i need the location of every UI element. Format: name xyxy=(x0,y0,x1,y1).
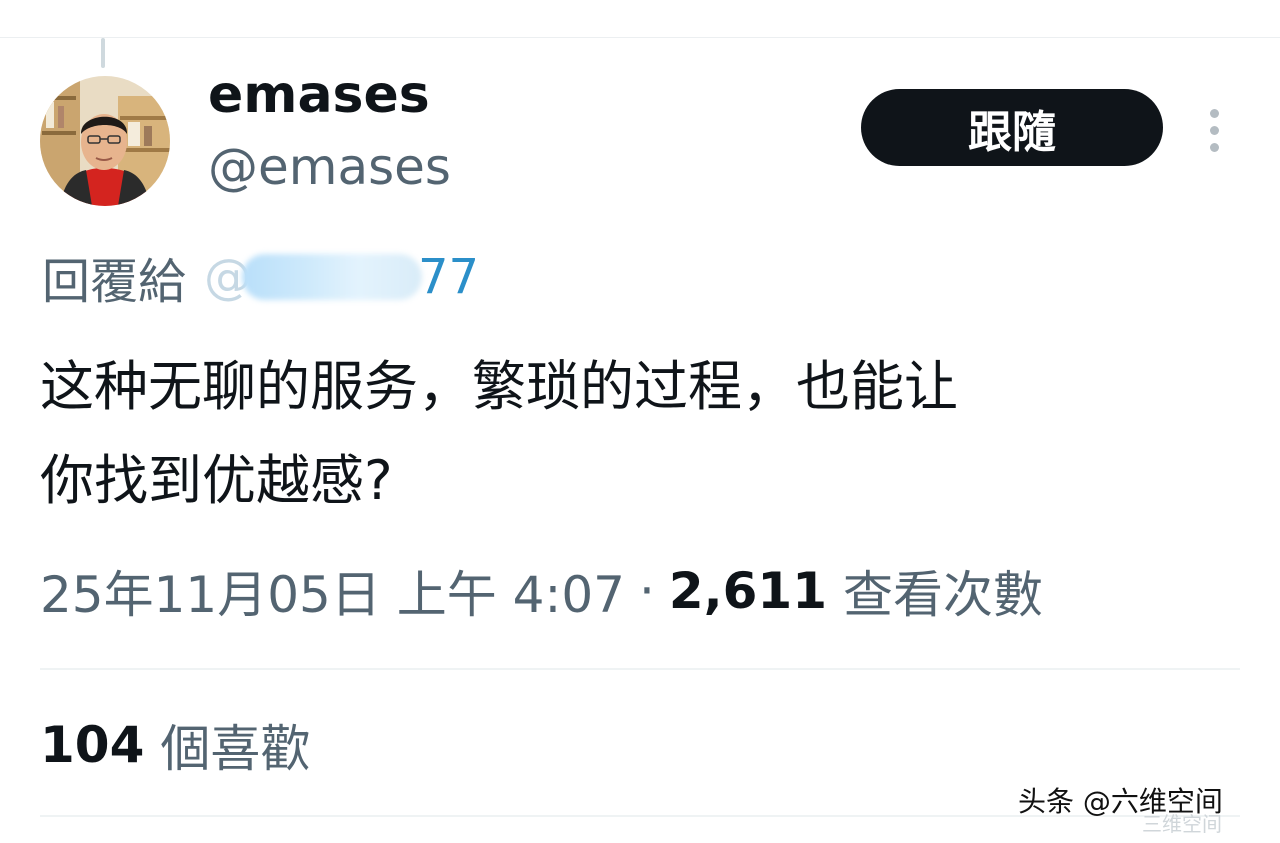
reply-to-line: 回覆給 @ 77 xyxy=(42,244,479,310)
more-options-button[interactable] xyxy=(1196,100,1232,160)
watermark-ghost: 三维空间 xyxy=(1142,812,1222,836)
avatar[interactable] xyxy=(40,76,170,206)
likes-label: 個喜歡 xyxy=(160,720,311,778)
tweet-text-line-1: 这种无聊的服务，繁琐的过程，也能让 xyxy=(40,355,958,418)
follow-button[interactable]: 跟隨 xyxy=(861,89,1163,166)
tweet-text-line-2: 你找到优越感? xyxy=(40,449,393,512)
likes-count: 104 xyxy=(40,716,145,774)
author-display-name[interactable]: emases xyxy=(208,64,430,126)
likes-stat[interactable]: 104 個喜歡 xyxy=(40,710,310,780)
tweet-meta: 25年11月05日 上午 4:07 · 2,611 查看次數 xyxy=(40,556,1043,626)
more-vertical-icon xyxy=(1209,108,1219,152)
tweet-timestamp[interactable]: 25年11月05日 上午 4:07 xyxy=(40,555,625,627)
views-label: 查看次數 xyxy=(843,566,1043,624)
divider-below-meta xyxy=(40,668,1240,670)
meta-separator: · xyxy=(638,562,655,620)
author-handle[interactable]: @emases xyxy=(208,136,451,198)
reply-to-mention[interactable]: @ 77 xyxy=(204,249,479,305)
tweet-text: 这种无聊的服务，繁琐的过程，也能让 你找到优越感? xyxy=(40,340,1240,528)
avatar-photo xyxy=(40,76,170,206)
mention-visible-suffix: 77 xyxy=(418,249,480,305)
top-divider xyxy=(0,37,1280,38)
reply-to-label: 回覆給 xyxy=(42,254,187,310)
mention-redacted-blur xyxy=(242,254,423,300)
views-count: 2,611 xyxy=(668,562,827,620)
thread-connector-line xyxy=(101,38,105,68)
